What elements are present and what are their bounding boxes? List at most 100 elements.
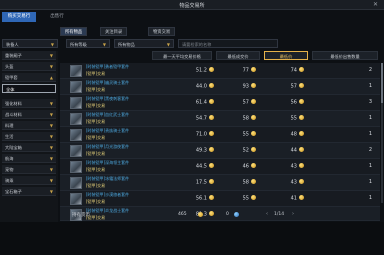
lowest-deal-value: 77 (242, 67, 249, 74)
item-name: [时装铠甲]深海领主套件 (86, 160, 130, 165)
lowest-price-value: 55 (290, 115, 297, 122)
avg-price-value: 54.7 (195, 115, 207, 122)
tab-sell[interactable]: 出售行 (40, 12, 74, 22)
gold-coin-icon (299, 67, 304, 72)
chevron-down-icon: ▼ (49, 145, 53, 150)
type-select-value: 所有物品 (118, 42, 135, 47)
window-title: 物品交易所 (179, 3, 205, 9)
avg-price-value: 49.3 (195, 147, 207, 154)
sidebar-item-label: 宝石箱子 (5, 189, 22, 194)
chevron-down-icon: ▼ (102, 42, 106, 47)
gold-coin-icon (251, 115, 256, 120)
chevron-down-icon: ▼ (49, 112, 53, 117)
chevron-down-icon: ▼ (50, 42, 54, 47)
gold-coin-icon (209, 147, 214, 152)
chevron-down-icon: ▼ (49, 134, 53, 139)
table-row[interactable]: [时装铠甲]深海领主套件 [铠甲]交易 44.5 46 43 1 (60, 159, 380, 175)
sidebar-item-selected[interactable]: 全体 (2, 84, 56, 93)
tab-buy[interactable]: 购买交易行 (2, 12, 36, 22)
sidebar-item[interactable]: 料理 ▼ (2, 121, 56, 130)
sidebar-item[interactable]: 航海 ▼ (2, 154, 56, 163)
avg-price-cell: 49.3 (178, 147, 214, 154)
bottom-backdrop (0, 222, 384, 255)
table-row[interactable]: [时装铠甲]月光游侠套件 [铠甲]交易 49.3 52 44 2 (60, 143, 380, 159)
filter-trade-goods[interactable]: 物资交易 (148, 27, 176, 36)
gold-coin-icon (251, 131, 256, 136)
lowest-deal-value: 55 (242, 131, 249, 138)
title-bar: 物品交易所 ✕ (0, 0, 384, 10)
gold-coin-icon (299, 147, 304, 152)
filter-all-items[interactable]: 所有物品 (60, 27, 88, 36)
sidebar-item-label: 宠物 (5, 167, 14, 172)
avg-price-value: 71.0 (195, 131, 207, 138)
column-header-lowest-qty[interactable]: 最低价出售数量 (312, 51, 378, 60)
avg-price-value: 51.2 (195, 67, 207, 74)
item-name: [时装铠甲]黑夜刺客套件 (86, 96, 130, 101)
sidebar-item-label: 重装厢子 (5, 53, 22, 58)
currency-footer: 持有货币 465 0 ‹ 1/14 › (60, 208, 384, 222)
lowest-deal-value: 55 (242, 195, 249, 202)
lowest-price-value: 43 (290, 163, 297, 170)
sidebar-item[interactable]: 铠甲套 ▲ (2, 73, 56, 82)
table-row[interactable]: [时装铠甲]幽灵骑士套件 [铠甲]交易 44.0 93 57 1 (60, 79, 380, 95)
table-row[interactable]: [时装铠甲]冰霜法师套件 [铠甲]交易 17.5 58 43 1 (60, 175, 380, 191)
item-tag: [铠甲]交易 (86, 119, 106, 124)
avg-price-value: 61.4 (195, 99, 207, 106)
sidebar-item[interactable]: 宠物 ▼ (2, 165, 56, 174)
sidebar-item[interactable]: 宝石箱子 ▼ (2, 187, 56, 196)
lowest-deal-cell: 58 (224, 115, 256, 122)
lowest-price-cell: 57 (272, 83, 304, 90)
chevron-right-icon[interactable]: › (292, 211, 294, 217)
table-row[interactable]: [时装铠甲]血红武士套件 [铠甲]交易 54.7 58 55 1 (60, 111, 380, 127)
column-header-avg-price[interactable]: 最一天平均交易价格 (152, 51, 212, 60)
avg-price-cell: 17.5 (178, 179, 214, 186)
lowest-price-value: 41 (290, 195, 297, 202)
sidebar-item-label: 头盔 (5, 64, 14, 69)
item-tag: [铠甲]交易 (86, 87, 106, 92)
search-input[interactable]: 请要检索的名称 (178, 39, 278, 48)
chevron-down-icon: ▼ (49, 178, 53, 183)
table-row[interactable]: [时装铠甲]沙漠旅者套件 [铠甲]交易 56.1 55 41 1 (60, 191, 380, 207)
category-select[interactable]: 装备人 ▼ (2, 39, 58, 48)
qty-cell: 2 (368, 147, 372, 153)
column-header-lowest-price[interactable]: 最低价 (264, 51, 308, 60)
chevron-down-icon: ▼ (49, 64, 53, 69)
item-name: [时装铠甲]月光游侠套件 (86, 144, 130, 149)
type-select[interactable]: 所有物品 ▼ (114, 39, 174, 48)
sidebar-item-label: 航海 (5, 156, 14, 161)
sidebar-item[interactable]: 大陆宝箱 ▼ (2, 143, 56, 152)
table-row[interactable]: [时装铠甲]贵族骑士套件 [铠甲]交易 71.0 55 48 1 (60, 127, 380, 143)
table-scrollbar[interactable] (381, 63, 383, 203)
chevron-down-icon: ▼ (49, 53, 53, 58)
sidebar-item[interactable]: 骑乘 ▼ (2, 176, 56, 185)
table-row[interactable]: [时装铠甲]黑夜刺客套件 [铠甲]交易 61.4 57 56 3 (60, 95, 380, 111)
chevron-down-icon: ▼ (49, 167, 53, 172)
sidebar-item[interactable]: 强化材料 ▼ (2, 99, 56, 108)
avg-price-value: 44.5 (195, 163, 207, 170)
chevron-left-icon[interactable]: ‹ (266, 211, 268, 217)
sidebar-item[interactable]: 战斗材料 ▼ (2, 110, 56, 119)
currency-label: 持有货币 (72, 213, 90, 218)
sidebar-item[interactable]: 重装厢子 ▼ (2, 51, 56, 60)
sidebar-item-label: 全体 (6, 87, 15, 92)
lowest-deal-value: 57 (242, 99, 249, 106)
gold-coin-icon (251, 195, 256, 200)
item-tag: [铠甲]交易 (86, 135, 106, 140)
table-row[interactable]: [时装铠甲]勇者铠甲套件 [铠甲]交易 51.2 77 74 2 (60, 63, 380, 79)
gold-coin-icon (299, 83, 304, 88)
item-tag: [铠甲]交易 (86, 151, 106, 156)
sidebar-item[interactable]: 生活 ▼ (2, 132, 56, 141)
chevron-down-icon: ▼ (49, 189, 53, 194)
scrollbar-thumb[interactable] (381, 63, 383, 103)
gold-coin-icon (251, 163, 256, 168)
qty-cell: 1 (368, 83, 372, 89)
chevron-down-icon: ▼ (49, 123, 53, 128)
item-tag: [铠甲]交易 (86, 199, 106, 204)
sidebar-item[interactable]: 头盔 ▼ (2, 62, 56, 71)
sidebar-item-label: 料理 (5, 123, 14, 128)
grade-select[interactable]: 所有等级 ▼ (66, 39, 110, 48)
avg-price-cell: 61.4 (178, 99, 214, 106)
filter-watchlist[interactable]: 关注目录 (100, 27, 128, 36)
close-icon[interactable]: ✕ (373, 1, 378, 8)
column-header-lowest-deal[interactable]: 最低成交价 (216, 51, 260, 60)
